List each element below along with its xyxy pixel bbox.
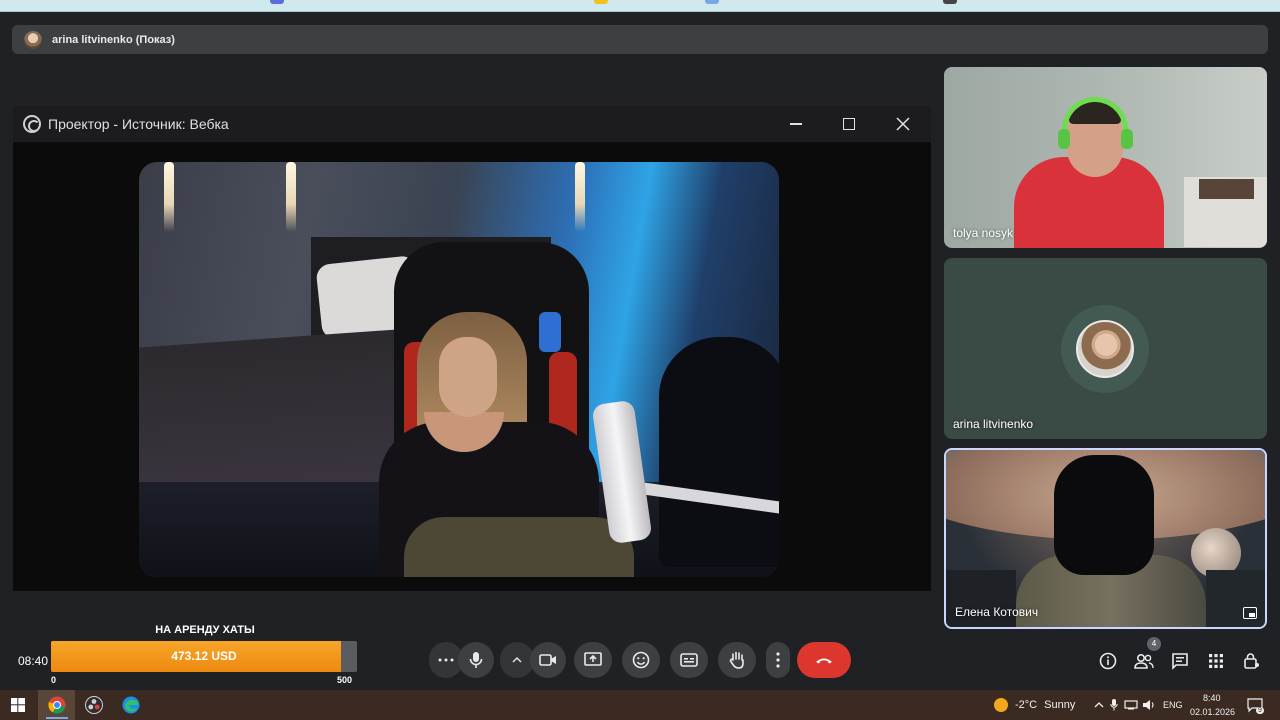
taskbar-obs[interactable] [83,694,105,716]
tray-time[interactable]: 8:40 [1203,693,1221,703]
tab-favicon[interactable] [594,0,608,4]
activities-button[interactable] [1205,650,1227,672]
present-screen-icon [584,652,602,666]
mic-button[interactable] [458,642,494,678]
weather-temperature: -2°C [1015,699,1038,711]
chat-icon [1172,653,1188,670]
chrome-icon [48,696,66,714]
meeting-info-button[interactable] [1097,650,1119,672]
maximize-button[interactable] [836,112,862,136]
dark-object [659,337,779,567]
weather-widget[interactable]: -2°C Sunny [994,698,1075,712]
present-button[interactable] [574,642,612,678]
captions-button[interactable] [670,642,708,678]
tile-background-shelf [1199,179,1254,199]
maximize-icon [843,118,855,130]
projector-titlebar[interactable]: Проектор - Источник: Вебка [13,106,931,142]
videocam-icon [539,654,556,666]
wall-light [286,162,296,232]
avatar-ring [1061,305,1149,393]
chevron-up-icon [512,657,522,663]
emoji-icon [632,651,650,669]
taskbar-chrome[interactable] [46,694,68,716]
picture-in-picture-icon[interactable] [1243,607,1257,619]
participant-name: Елена Котович [955,605,1039,619]
windows-logo-icon [11,698,25,712]
wall-light [164,162,174,232]
participant-name: arina litvinenko [953,417,1034,431]
info-icon [1099,652,1117,670]
people-count-badge: 4 [1147,637,1161,651]
person-face [439,337,497,417]
presentation-label: arina litvinenko (Показ) [52,33,175,46]
stream-clock: 08:40 [18,654,49,668]
people-button[interactable] [1133,650,1155,672]
participant-video-hood [1054,455,1154,575]
tab-favicon[interactable] [943,0,957,4]
hand-icon [729,651,744,669]
start-button[interactable] [7,694,29,716]
person-legs [404,517,634,577]
raise-hand-button[interactable] [718,642,756,678]
people-icon [1134,653,1154,669]
camera-button[interactable] [530,642,566,678]
camera-options-button[interactable] [500,642,534,678]
tray-date[interactable]: 02.01.2026 [1190,707,1235,717]
obs-logo-icon [23,115,41,133]
projector-title: Проектор - Источник: Вебка [48,116,229,132]
presenter-avatar [24,30,42,49]
network-icon [1124,700,1138,710]
close-icon [896,117,910,131]
tray-language[interactable]: ENG [1163,700,1183,710]
weather-description: Sunny [1044,699,1076,711]
headset [1062,97,1128,147]
more-actions-button[interactable] [766,642,790,678]
virtual-background-cockpit [1206,570,1265,627]
notification-count-badge: 9 [1256,707,1264,714]
obs-icon [85,696,103,714]
emoji-button[interactable] [622,642,660,678]
chair-accent [539,312,561,352]
presentation-banner: arina litvinenko (Показ) [12,25,1268,54]
end-call-button[interactable] [797,642,851,678]
close-button[interactable] [890,112,916,136]
call-end-icon [816,658,832,664]
apps-grid-icon [1209,654,1223,668]
taskbar-edge[interactable] [120,694,142,716]
tab-favicon[interactable] [705,0,719,4]
closed-caption-icon [680,653,698,667]
participant-tile-self[interactable]: Елена Котович [944,448,1267,629]
donation-goal-title: НА АРЕНДУ ХАТЫ [155,624,255,636]
chat-button[interactable] [1169,650,1191,672]
lock-person-icon [1244,653,1259,669]
edge-icon [122,696,140,714]
webcam-feed [139,162,779,577]
donation-amount: 473.12 USD [171,649,237,663]
more-horiz-icon [438,658,454,662]
headset-ear [1058,129,1070,149]
tab-favicon[interactable] [270,0,284,4]
wall-light [575,162,585,232]
sun-icon [994,698,1008,712]
taskbar-active-indicator [46,717,68,719]
minimize-icon [790,123,802,125]
participant-tile[interactable]: tolya nosyk [944,67,1267,248]
mic-icon [1110,699,1118,711]
mic-icon [469,652,483,668]
tray-volume[interactable] [1138,694,1160,716]
donation-min-label: 0 [51,675,57,685]
browser-tabs-strip [0,0,1280,12]
volume-icon [1143,700,1154,710]
more-vert-icon [776,652,780,668]
participant-tile[interactable]: arina litvinenko [944,258,1267,439]
participant-name: tolya nosyk [953,226,1014,240]
headset-ear [1121,129,1133,149]
minimize-button[interactable] [783,112,809,136]
donation-progress-bar: 473.12 USD [51,641,357,672]
virtual-background-cockpit [946,570,1016,627]
projector-window: Проектор - Источник: Вебка [13,106,931,591]
host-controls-button[interactable] [1241,650,1263,672]
avatar [1076,320,1134,378]
donation-max-label: 500 [337,675,353,685]
